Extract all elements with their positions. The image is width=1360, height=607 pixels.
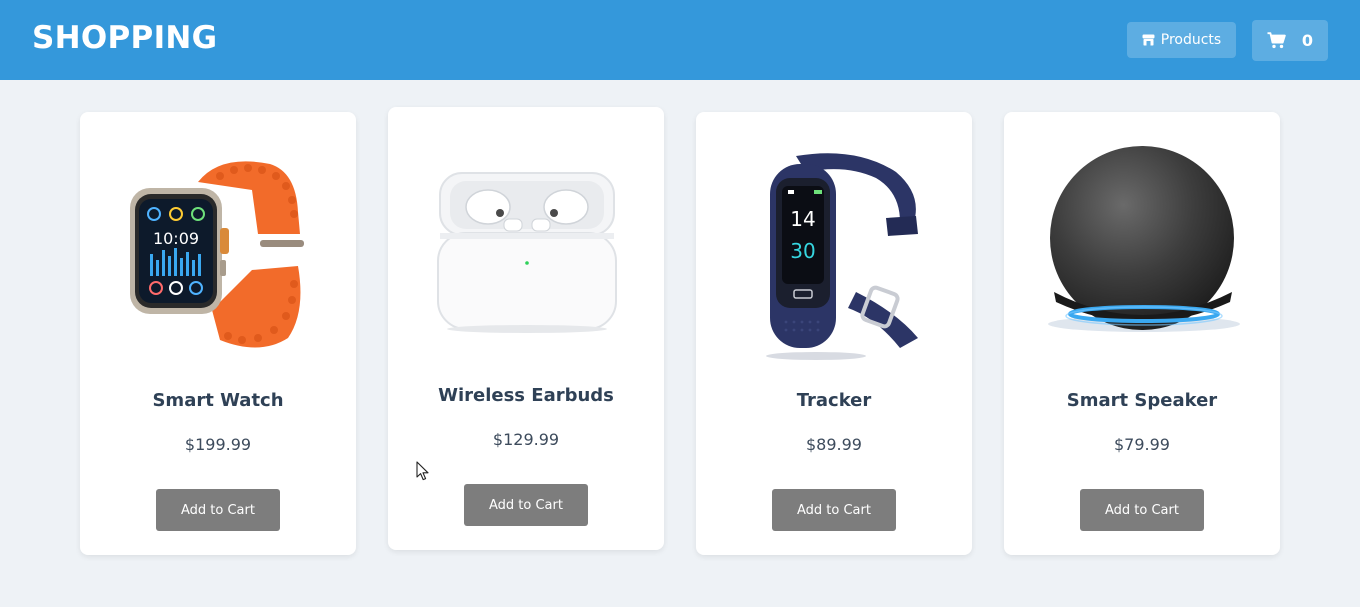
earbuds-image[interactable] bbox=[428, 137, 624, 361]
top-header: SHOPPING Products 0 bbox=[0, 0, 1360, 80]
smart-speaker-image[interactable] bbox=[1044, 142, 1240, 366]
cart-button[interactable]: 0 bbox=[1252, 20, 1328, 61]
product-price: $129.99 bbox=[492, 430, 560, 449]
product-name: Smart Speaker bbox=[1066, 390, 1218, 411]
mouse-pointer-icon bbox=[416, 461, 430, 485]
svg-text:14: 14 bbox=[790, 207, 815, 231]
brand-logo-text[interactable]: SHOPPING bbox=[32, 20, 217, 56]
svg-text:30: 30 bbox=[790, 239, 815, 263]
add-to-cart-button[interactable]: Add to Cart bbox=[1080, 489, 1204, 531]
product-price: $79.99 bbox=[1114, 435, 1170, 454]
product-name: Tracker bbox=[796, 390, 872, 411]
products-nav-button[interactable]: Products bbox=[1127, 22, 1236, 58]
add-to-cart-button[interactable]: Add to Cart bbox=[156, 489, 280, 531]
store-icon bbox=[1142, 34, 1155, 46]
product-name: Wireless Earbuds bbox=[438, 385, 614, 406]
product-name: Smart Watch bbox=[152, 390, 284, 411]
product-card: 14 30 Tracker $89.99 Add to Cart bbox=[696, 112, 972, 555]
shopping-cart-icon bbox=[1267, 32, 1286, 49]
fitness-tracker-image[interactable]: 14 30 bbox=[736, 142, 932, 366]
cart-count: 0 bbox=[1301, 31, 1314, 50]
products-nav-label: Products bbox=[1160, 32, 1222, 48]
smart-watch-image[interactable]: 10:09 bbox=[120, 142, 316, 366]
product-card: Smart Speaker $79.99 Add to Cart bbox=[1004, 112, 1280, 555]
product-card: 10:09 Smart Watch $199.99 Add to Cart bbox=[80, 112, 356, 555]
product-price: $199.99 bbox=[184, 435, 252, 454]
product-price: $89.99 bbox=[806, 435, 862, 454]
add-to-cart-button[interactable]: Add to Cart bbox=[464, 484, 588, 526]
add-to-cart-button[interactable]: Add to Cart bbox=[772, 489, 896, 531]
svg-text:10:09: 10:09 bbox=[153, 229, 199, 248]
